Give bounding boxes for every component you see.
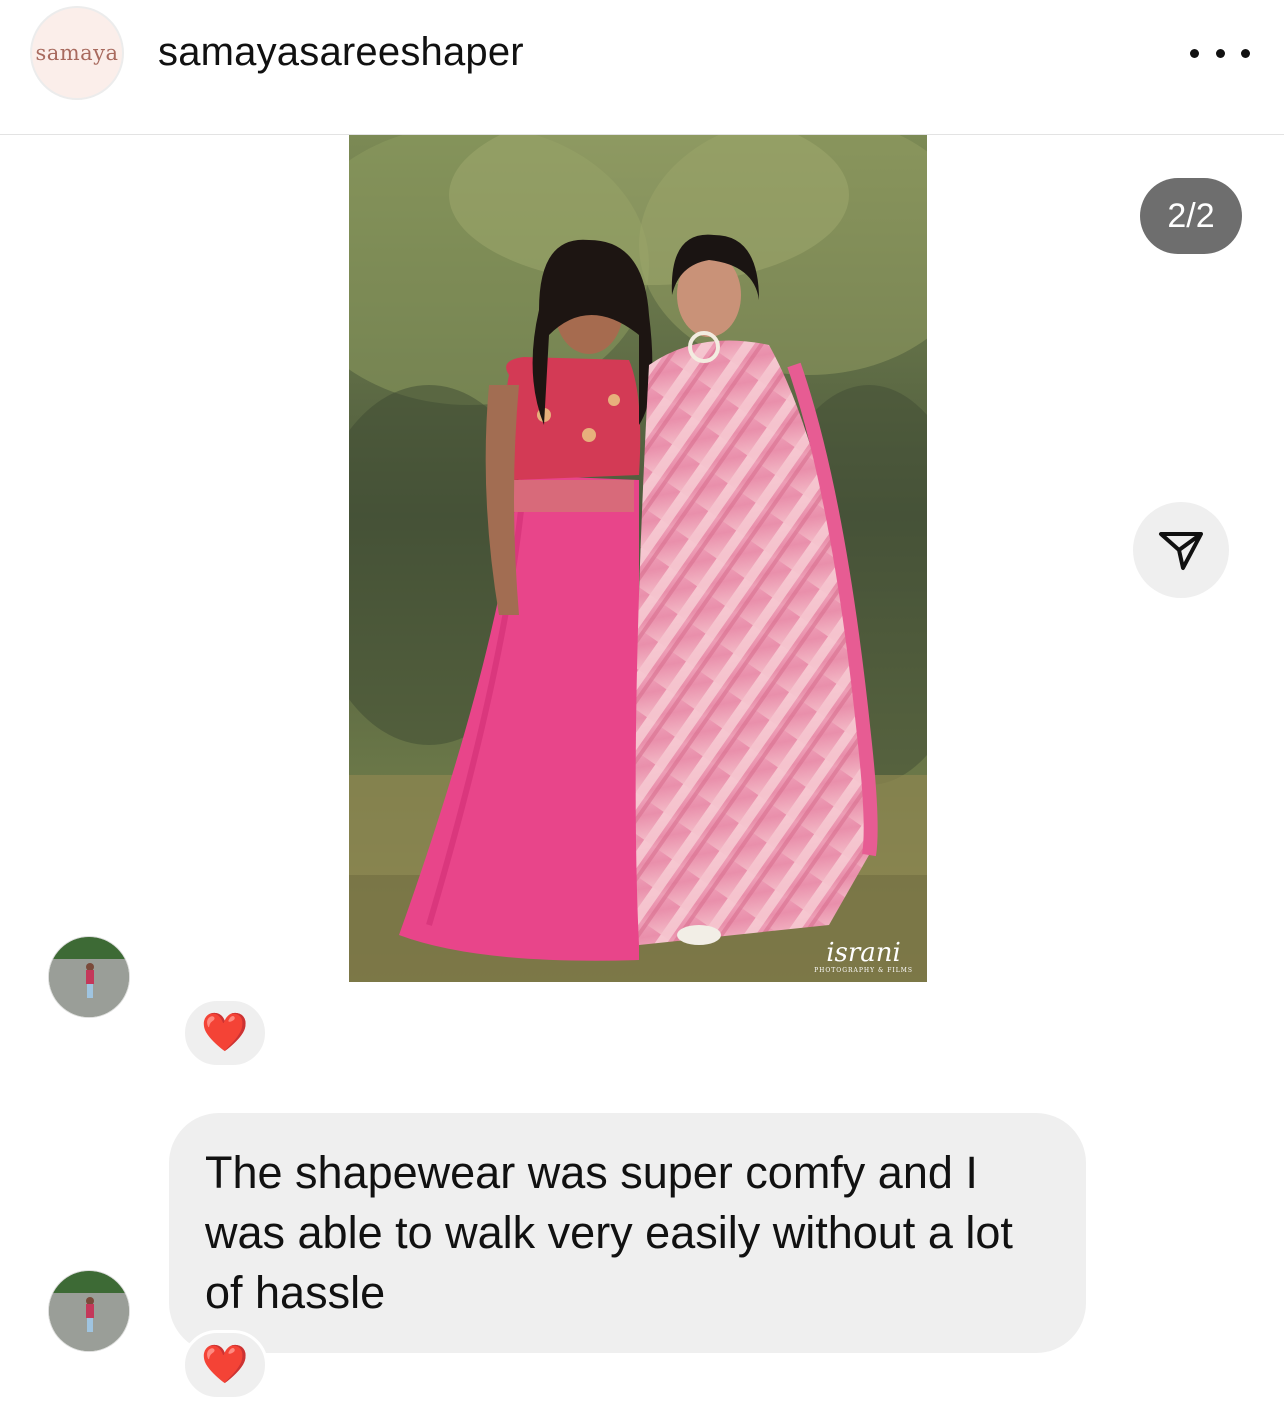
watermark-main: israni [826,938,901,968]
send-icon [1159,532,1203,570]
brand-logo-text: samaya [35,41,119,65]
dot [1190,48,1199,58]
sender-avatar[interactable] [48,1270,130,1352]
shared-photo[interactable]: israni PHOTOGRAPHY & FILMS [349,135,927,982]
photo-illustration [349,135,927,982]
share-button[interactable] [1133,502,1229,598]
sender-avatar[interactable] [48,936,130,1018]
avatar-photo [49,937,129,1017]
watermark-sub: PHOTOGRAPHY & FILMS [814,967,913,974]
message-bubble[interactable]: The shapewear was super comfy and I was … [169,1113,1086,1353]
brand-avatar[interactable]: samaya [30,6,124,100]
heart-icon: ❤️ [201,1012,249,1054]
photo-watermark: israni PHOTOGRAPHY & FILMS [814,940,913,974]
image-counter: 2/2 [1140,178,1242,254]
chat-header: samaya samayasareeshaper [0,0,1284,135]
dot [1241,48,1250,58]
dot [1215,48,1225,58]
avatar-photo [49,1271,129,1351]
message-text: The shapewear was super comfy and I was … [205,1147,1013,1318]
heart-icon: ❤️ [201,1344,249,1386]
reaction-badge[interactable]: ❤️ [182,1330,268,1400]
username[interactable]: samayasareeshaper [158,30,524,75]
reaction-badge[interactable]: ❤️ [182,998,268,1068]
more-options-icon[interactable] [1190,38,1250,68]
